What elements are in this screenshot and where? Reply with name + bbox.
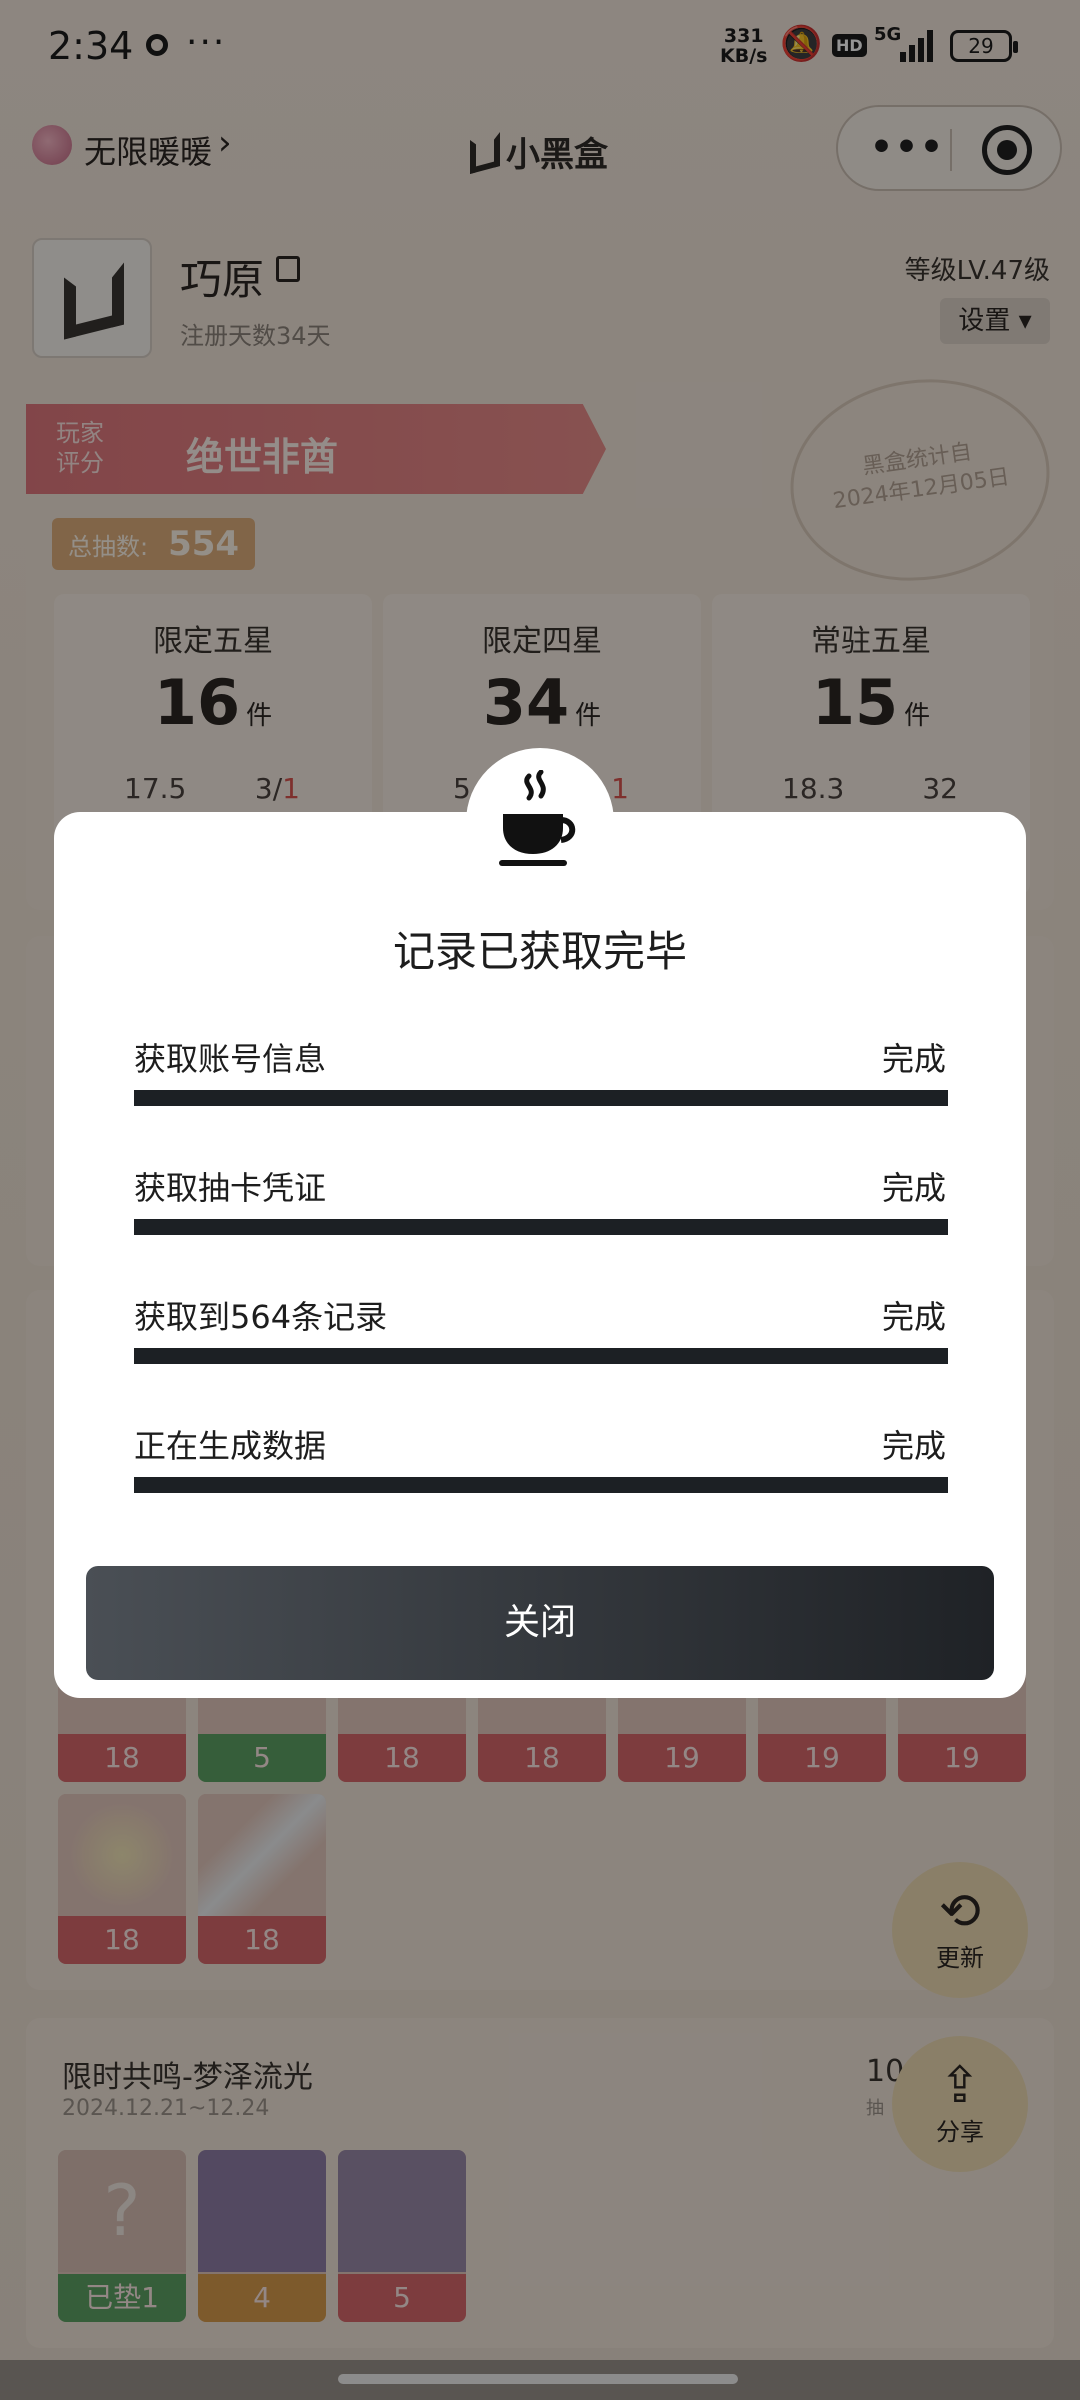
step-label: 获取账号信息	[134, 1040, 327, 1078]
step-progress-bar	[134, 1477, 948, 1493]
dialog-title: 记录已获取完毕	[392, 927, 687, 976]
step-label: 获取到564条记录	[134, 1298, 388, 1336]
step-progress-bar	[134, 1348, 948, 1364]
coffee-cup-icon	[466, 748, 614, 896]
step-progress-bar	[134, 1219, 948, 1235]
step-progress-fill	[134, 1348, 948, 1364]
step-progress-bar	[134, 1090, 948, 1106]
step-label: 获取抽卡凭证	[134, 1169, 327, 1207]
step-progress-fill	[134, 1477, 948, 1493]
step-status: 完成	[881, 1169, 946, 1207]
step-progress-fill	[134, 1090, 948, 1106]
step-label: 正在生成数据	[134, 1427, 327, 1465]
step-status: 完成	[881, 1298, 946, 1336]
step-progress-fill	[134, 1219, 948, 1235]
step-status: 完成	[881, 1040, 946, 1078]
close-button[interactable]: 关闭	[86, 1566, 994, 1680]
step-status: 完成	[881, 1427, 946, 1465]
